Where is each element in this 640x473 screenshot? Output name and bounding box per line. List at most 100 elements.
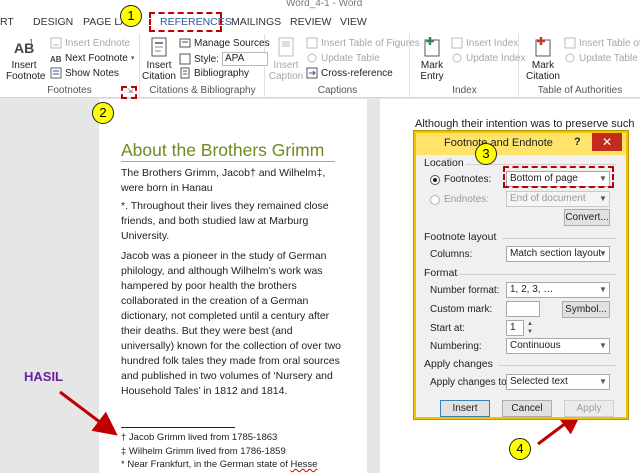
insert-caption-button[interactable]: Insert Caption: [268, 36, 304, 82]
number-format-value: 1, 2, 3, …: [510, 284, 554, 295]
update-authorities-table-button[interactable]: Update Table: [564, 52, 638, 64]
next-footnote-button[interactable]: AB Next Footnote ▾: [50, 52, 135, 65]
step-badge-3: 3: [475, 143, 497, 165]
convert-button[interactable]: Convert...: [564, 209, 610, 226]
apply-to-value: Selected text: [510, 376, 568, 387]
numbering-value: Continuous: [510, 340, 561, 351]
insert-table-of-authorities-button[interactable]: Insert Table of A: [564, 37, 640, 49]
numbering-dropdown[interactable]: Continuous ▼: [506, 338, 610, 354]
insert-table-of-figures-label: Insert Table of Figures: [321, 37, 420, 49]
apply-to-label: Apply changes to:: [430, 377, 510, 388]
tab-insert[interactable]: RT: [0, 16, 14, 28]
columns-value: Match section layout: [510, 248, 602, 259]
dialog-title-bar: Footnote and Endnote ? ✕: [416, 133, 626, 155]
endnotes-label: Endnotes:: [444, 194, 490, 205]
svg-text:AB: AB: [50, 55, 62, 64]
mark-citation-button[interactable]: Mark Citation: [524, 36, 562, 82]
chevron-down-icon: ▼: [599, 377, 607, 386]
start-at-stepper[interactable]: ▲ ▼: [525, 320, 535, 336]
insert-index-label: Insert Index: [466, 37, 519, 49]
show-notes-label: Show Notes: [65, 67, 119, 79]
apply-to-dropdown[interactable]: Selected text ▼: [506, 374, 610, 390]
tab-mailings[interactable]: MAILINGS: [231, 16, 281, 28]
dialog-launcher-highlight: [121, 86, 137, 99]
chevron-down-icon: ▼: [599, 285, 607, 294]
endnotes-position-value: End of document: [510, 193, 586, 204]
update-table-button[interactable]: Update Table: [306, 52, 380, 64]
location-heading: Location: [424, 157, 464, 169]
group-citations: Insert Citation Manage Sources Style: AP…: [141, 34, 270, 98]
paragraph-1: The Brothers Grimm, Jacob† and Wilhelm‡,…: [121, 167, 326, 194]
group-label-captions: Captions: [317, 85, 358, 96]
close-button[interactable]: ✕: [592, 133, 622, 151]
footnote-2: ‡ Wilhelm Grimm lived from 1786-1859: [121, 446, 286, 457]
mark-entry-label: Mark Entry: [420, 60, 444, 82]
footnote-text: Jacob Grimm lived from 1785-1863: [126, 432, 278, 443]
dialog-title: Footnote and Endnote: [444, 137, 553, 149]
apply-separator: [498, 365, 616, 366]
paragraph-2: *. Throughout their lives they remained …: [121, 200, 329, 242]
manage-sources-button[interactable]: Manage Sources: [179, 37, 270, 49]
step-badge-1: 1: [120, 5, 142, 27]
insert-citation-button[interactable]: Insert Citation: [141, 36, 177, 82]
cross-reference-icon: [306, 67, 318, 79]
number-format-dropdown[interactable]: 1, 2, 3, … ▼: [506, 282, 610, 298]
style-dropdown[interactable]: APA: [222, 52, 269, 66]
insert-endnote-icon: [50, 37, 62, 49]
endnotes-radio[interactable]: [430, 195, 440, 205]
symbol-button[interactable]: Symbol...: [562, 301, 610, 318]
cancel-button[interactable]: Cancel: [502, 400, 552, 417]
footnotes-label: Footnotes:: [444, 174, 492, 185]
bibliography-button[interactable]: Bibliography: [179, 67, 249, 79]
style-selector[interactable]: Style: APA: [179, 52, 269, 66]
tab-view[interactable]: VIEW: [340, 16, 367, 28]
table-of-figures-icon: [306, 37, 318, 49]
chevron-down-icon: ▾: [130, 55, 135, 62]
mark-citation-icon: [535, 37, 551, 57]
columns-dropdown[interactable]: Match section layout ▼: [506, 246, 610, 262]
ribbon: AB 1 Insert Footnote Insert Endnote AB Ne…: [0, 34, 640, 98]
insert-endnote-button[interactable]: Insert Endnote: [50, 37, 130, 49]
svg-text:1: 1: [29, 38, 34, 47]
update-index-button[interactable]: Update Index: [451, 52, 526, 64]
update-table-icon: [307, 53, 317, 63]
group-table-of-authorities: Mark Citation Insert Table of A Update T…: [520, 34, 640, 98]
footnote-text: Wilhelm Grimm lived from 1786-1859: [126, 446, 286, 457]
group-label-citations: Citations & Bibliography: [149, 85, 256, 96]
tab-design[interactable]: DESIGN: [33, 16, 73, 28]
layout-separator: [502, 238, 616, 239]
footnote-separator: [121, 427, 235, 428]
spelling-flagged-word[interactable]: Hesse: [291, 459, 318, 470]
number-format-label: Number format:: [430, 285, 500, 296]
insert-table-of-figures-button[interactable]: Insert Table of Figures: [306, 37, 420, 49]
update-index-icon: [452, 53, 462, 63]
style-label: Style:: [194, 53, 220, 65]
show-notes-button[interactable]: Show Notes: [50, 67, 119, 79]
insert-footnote-button[interactable]: AB 1 Insert Footnote: [6, 36, 45, 82]
chevron-down-icon: ▼: [599, 341, 607, 350]
insert-citation-label: Insert Citation: [142, 60, 176, 82]
step-badge-4: 4: [509, 438, 531, 460]
numbering-label: Numbering:: [430, 341, 482, 352]
update-authorities-table-label: Update Table: [579, 52, 638, 64]
tab-review[interactable]: REVIEW: [290, 16, 331, 28]
show-notes-icon: [50, 67, 62, 79]
apply-button[interactable]: Apply: [564, 400, 614, 417]
mark-entry-button[interactable]: Mark Entry: [415, 36, 449, 82]
endnotes-position-dropdown[interactable]: End of document ▼: [506, 191, 610, 207]
heading-rule: [121, 161, 335, 162]
insert-button[interactable]: Insert: [440, 400, 490, 417]
custom-mark-input[interactable]: [506, 301, 540, 317]
chevron-down-icon: ▼: [599, 249, 607, 258]
step-badge-2: 2: [92, 102, 114, 124]
footnotes-dropdown-highlight: [503, 166, 614, 188]
cross-reference-button[interactable]: Cross-reference: [306, 67, 393, 79]
start-at-input[interactable]: 1: [506, 320, 524, 336]
footnotes-radio[interactable]: [430, 175, 440, 185]
mark-entry-icon: [424, 37, 440, 57]
help-icon[interactable]: ?: [574, 136, 581, 148]
insert-index-button[interactable]: Insert Index: [451, 37, 518, 49]
chevron-down-icon: ▼: [599, 194, 607, 203]
paragraph-3: Jacob was a pioneer in the study of Germ…: [121, 250, 342, 397]
hasil-label: HASIL: [24, 369, 63, 384]
